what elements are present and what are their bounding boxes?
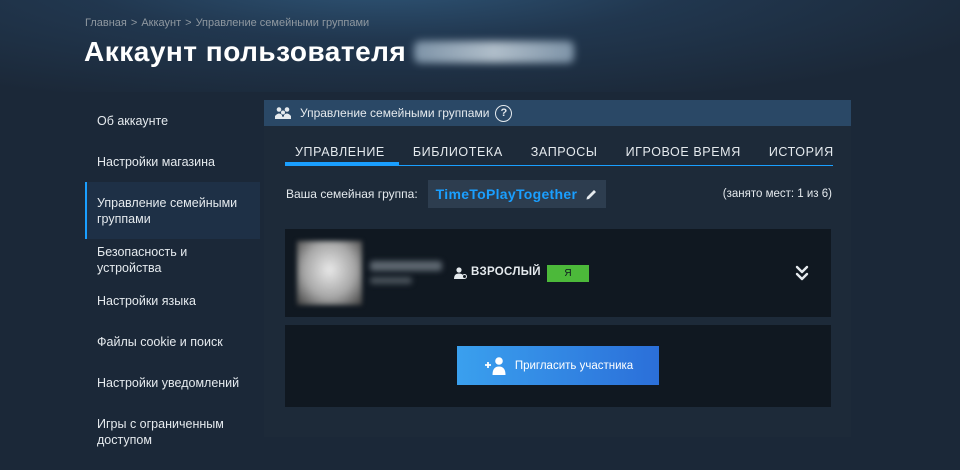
panel-header: Управление семейными группами ?	[264, 100, 851, 126]
invite-card: Пригласить участника	[285, 325, 831, 407]
family-group-name: TimeToPlayTogether	[435, 186, 578, 202]
panel-header-title: Управление семейными группами	[300, 106, 490, 120]
add-user-icon	[484, 356, 506, 375]
sidebar-item-notifications[interactable]: Настройки уведомлений	[85, 362, 260, 403]
slots-used-text: (занято мест: 1 из 6)	[722, 188, 832, 200]
tab-playtime[interactable]: ИГРОВОЕ ВРЕМЯ	[612, 140, 755, 165]
sidebar-item-label: Управление семейными группами	[97, 195, 238, 226]
adult-person-icon	[454, 267, 467, 279]
family-management-panel: Управление семейными группами ? УПРАВЛЕН…	[264, 100, 851, 437]
sidebar-item-restricted-games[interactable]: Игры с ограниченным доступом	[85, 403, 260, 460]
family-tabs: УПРАВЛЕНИЕ БИБЛИОТЕКА ЗАПРОСЫ ИГРОВОЕ ВР…	[285, 140, 833, 166]
breadcrumb-separator: >	[130, 17, 138, 29]
breadcrumb: Главная > Аккаунт > Управление семейными гру…	[85, 17, 369, 29]
family-group-label: Ваша семейная группа:	[286, 187, 418, 201]
member-role: ВЗРОСЛЫЙ	[471, 266, 541, 278]
edit-group-name-button[interactable]: TimeToPlayTogether	[427, 180, 607, 208]
tab-management[interactable]: УПРАВЛЕНИЕ	[285, 140, 399, 165]
family-people-icon	[275, 107, 291, 119]
page-title: Аккаунт пользователя	[84, 36, 575, 68]
sidebar-item-label: Об аккаунте	[97, 114, 169, 128]
breadcrumb-current: Управление семейными группами	[195, 17, 370, 29]
family-group-row: Ваша семейная группа: TimeToPlayTogether…	[286, 180, 832, 208]
sidebar-item-label: Настройки уведомлений	[97, 375, 240, 390]
sidebar-item-store-settings[interactable]: Настройки магазина	[85, 142, 260, 182]
sidebar-item-security-devices[interactable]: Безопасность и устройства	[85, 239, 260, 281]
breadcrumb-home[interactable]: Главная	[85, 17, 127, 29]
double-chevron-down-icon[interactable]	[794, 264, 810, 282]
sidebar-item-language[interactable]: Настройки языка	[85, 281, 260, 321]
avatar[interactable]	[297, 241, 362, 305]
sidebar-item-about-account[interactable]: Об аккаунте	[85, 100, 260, 142]
redacted-member-subtitle	[370, 277, 412, 284]
sidebar-item-label: Безопасность и устройства	[97, 245, 188, 275]
tab-library[interactable]: БИБЛИОТЕКА	[399, 140, 517, 165]
pencil-icon	[586, 188, 598, 199]
sidebar-item-label: Файлы cookie и поиск	[97, 334, 223, 349]
sidebar-item-family-groups[interactable]: Управление семейными группами	[85, 182, 260, 239]
account-sidebar: Об аккаунте Настройки магазина Управлени…	[85, 100, 260, 460]
invite-member-button[interactable]: Пригласить участника	[457, 346, 659, 385]
breadcrumb-separator: >	[185, 17, 192, 29]
sidebar-item-label: Настройки языка	[97, 294, 196, 308]
breadcrumb-account[interactable]: Аккаунт	[141, 17, 181, 29]
page-title-text: Аккаунт пользователя	[84, 36, 407, 67]
member-card: ВЗРОСЛЫЙ Я	[285, 229, 831, 317]
you-badge: Я	[547, 265, 589, 282]
question-circle-icon[interactable]: ?	[495, 104, 513, 122]
sidebar-item-label: Игры с ограниченным доступом	[97, 416, 224, 447]
redacted-username	[414, 41, 575, 63]
sidebar-item-label: Настройки магазина	[97, 155, 215, 169]
invite-button-label: Пригласить участника	[514, 359, 634, 372]
tab-requests[interactable]: ЗАПРОСЫ	[517, 140, 612, 165]
tab-history[interactable]: ИСТОРИЯ	[755, 140, 848, 165]
sidebar-item-cookies-search[interactable]: Файлы cookie и поиск	[85, 321, 260, 362]
redacted-member-name	[370, 261, 442, 271]
